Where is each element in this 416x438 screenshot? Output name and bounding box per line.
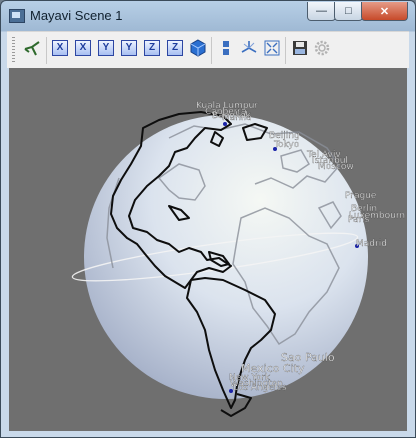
city-label: Madrid [356, 239, 387, 249]
3d-scene-viewport[interactable]: Kuala Lumpur Canberra Bangkok Manila Bei… [9, 68, 407, 431]
scene-toolbar: X X Y Y Z Z [7, 31, 409, 68]
isometric-view-button[interactable] [188, 38, 208, 58]
axes-icon [241, 41, 257, 53]
toolbar-separator [46, 37, 47, 64]
parallel-icon [223, 41, 229, 55]
app-icon [9, 9, 25, 23]
city-label: Moscow [318, 162, 354, 172]
view-z-minus-button[interactable]: Z [142, 38, 162, 58]
toolbar-separator [285, 37, 286, 64]
view-y-minus-button[interactable]: Y [96, 38, 116, 58]
city-label: Los Angeles [233, 383, 287, 393]
close-button[interactable]: ✕ [361, 2, 408, 21]
toggle-axes-button[interactable] [239, 38, 259, 58]
toolbar-grip[interactable] [12, 37, 15, 63]
maximize-button[interactable]: □ [334, 2, 363, 21]
x-axis-icon: X [52, 40, 68, 56]
toolbar-separator [211, 37, 212, 64]
globe-render: Kuala Lumpur Canberra Bangkok Manila Bei… [71, 101, 405, 417]
fullscreen-button[interactable] [262, 38, 282, 58]
cube-icon [190, 39, 206, 57]
z-axis-icon: Z [144, 40, 160, 56]
fullscreen-icon [264, 40, 280, 56]
y-axis-icon: Y [121, 40, 137, 56]
gear-icon [314, 40, 330, 56]
view-x-minus-button[interactable]: X [50, 38, 70, 58]
mayavi-logo-icon [24, 41, 40, 56]
city-label: Manila [222, 113, 252, 123]
city-label: Prague [345, 191, 377, 201]
minimize-button[interactable]: — [307, 2, 336, 21]
window-title: Mayavi Scene 1 [30, 8, 123, 23]
city-label: Tokyo [273, 140, 300, 150]
minimize-icon: — [316, 5, 327, 17]
view-y-plus-button[interactable]: Y [119, 38, 139, 58]
floppy-disk-icon [293, 41, 307, 55]
city-label: Luxembourn [349, 211, 405, 221]
close-icon: ✕ [379, 5, 390, 18]
parallel-projection-button[interactable] [216, 38, 236, 58]
settings-button[interactable] [312, 38, 332, 58]
z-axis-icon: Z [167, 40, 183, 56]
mayavi-pipeline-button[interactable] [22, 38, 42, 58]
maximize-icon: □ [345, 5, 352, 17]
view-x-plus-button[interactable]: X [73, 38, 93, 58]
title-bar[interactable]: Mayavi Scene 1 — □ ✕ [1, 1, 415, 31]
save-button[interactable] [290, 38, 310, 58]
mayavi-window: Mayavi Scene 1 — □ ✕ X X Y Y Z Z Kuala L… [0, 0, 416, 438]
y-axis-icon: Y [98, 40, 114, 56]
x-axis-icon: X [75, 40, 91, 56]
view-z-plus-button[interactable]: Z [165, 38, 185, 58]
